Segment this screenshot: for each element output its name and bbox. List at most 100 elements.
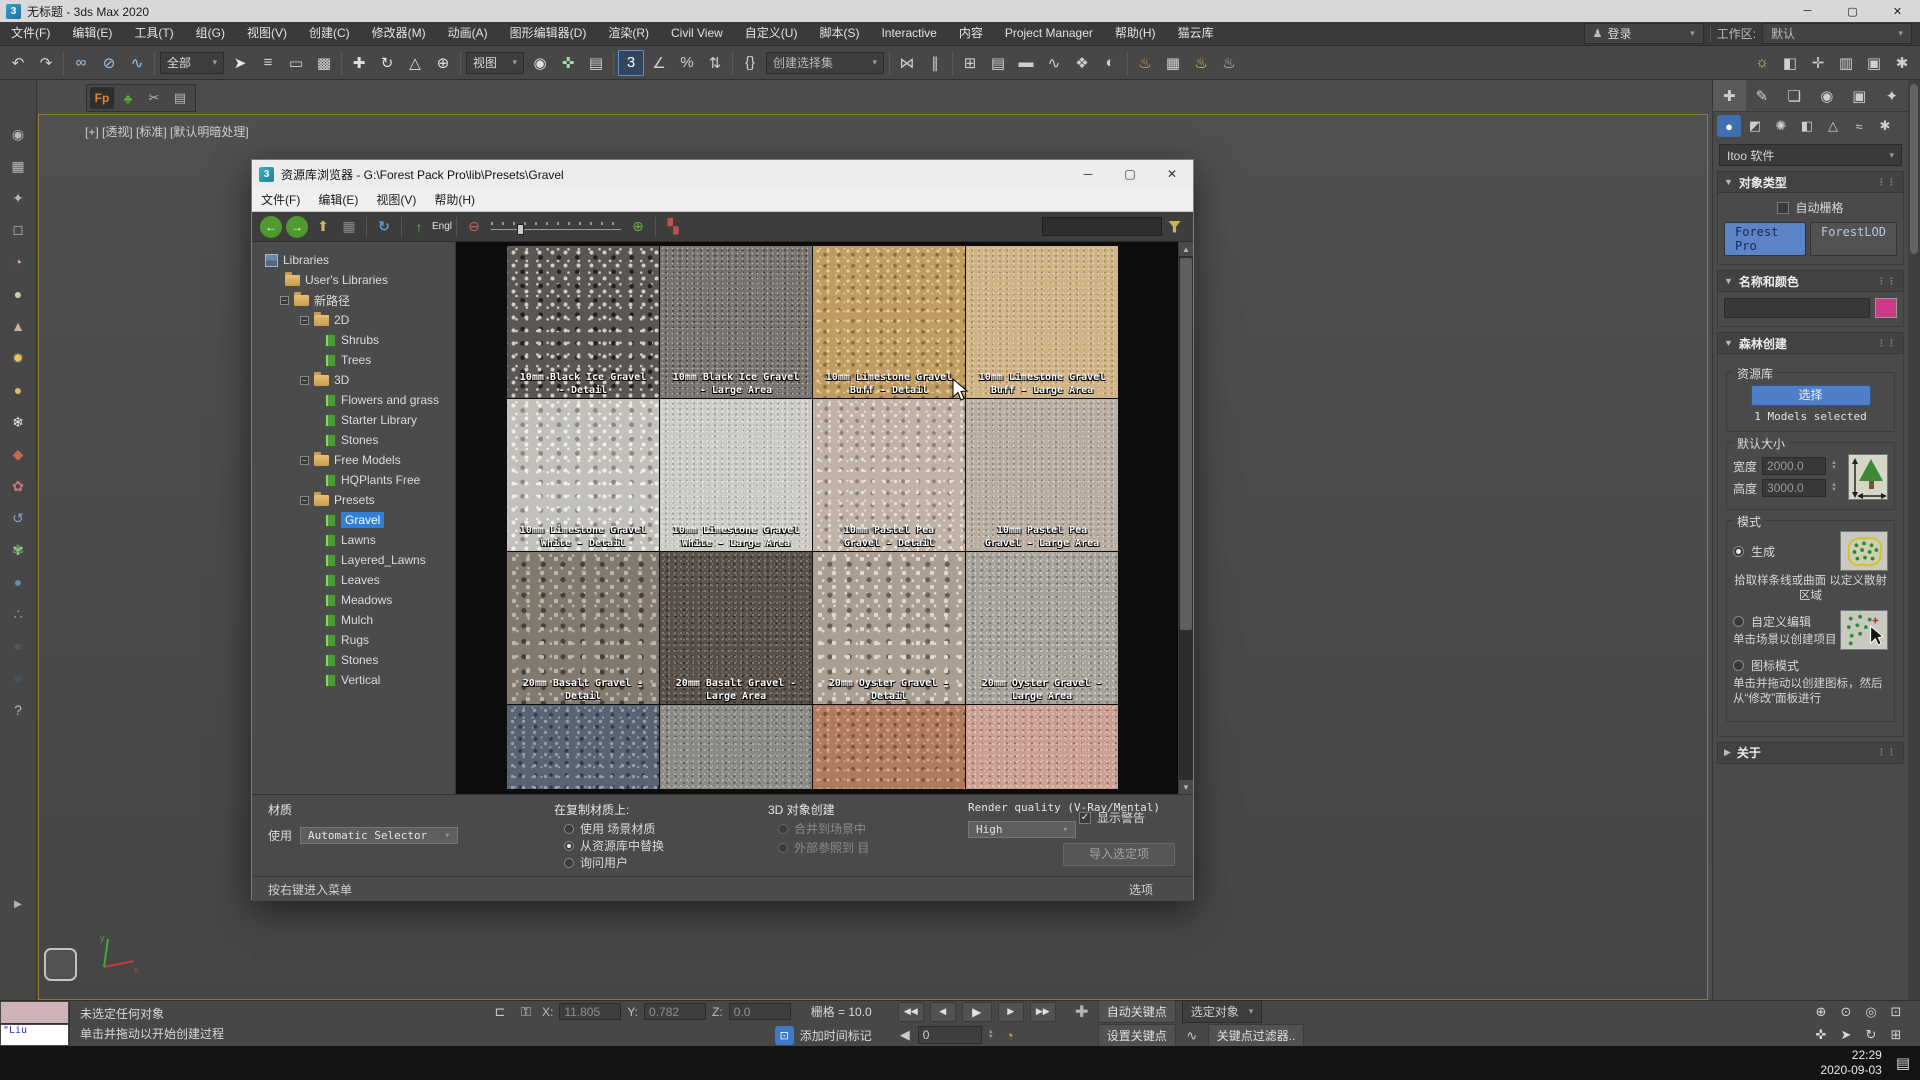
- menu-item-projectmanager[interactable]: Project Manager: [994, 22, 1104, 45]
- forward-icon[interactable]: →: [286, 216, 308, 238]
- category-geometry-icon[interactable]: ●: [1717, 115, 1741, 137]
- zoom-icon[interactable]: ⊕: [1809, 1001, 1833, 1023]
- menu-item-[interactable]: 猫云库: [1167, 22, 1225, 45]
- helpers-icon[interactable]: ✛: [1805, 50, 1831, 76]
- sun-tool-icon[interactable]: ✹: [5, 345, 31, 371]
- preset-thumbnail[interactable]: 10mm Limestone GravelBuff - Large Area: [966, 246, 1118, 398]
- coord-system-select[interactable]: 视图▾: [466, 52, 524, 74]
- select-link-icon[interactable]: ∞: [68, 50, 94, 76]
- menu-item-s[interactable]: 脚本(S): [808, 22, 870, 45]
- render-icon[interactable]: ♨: [1188, 50, 1214, 76]
- preset-thumbnail[interactable]: 10mm Pastel PeaGravel - Detail: [813, 399, 965, 551]
- dialog-options-link[interactable]: 选项: [1129, 881, 1177, 898]
- filter-materials-icon[interactable]: ▚: [662, 216, 684, 238]
- tree-item-leaves[interactable]: Leaves: [252, 570, 455, 590]
- menu-item-g[interactable]: 组(G): [185, 22, 236, 45]
- undo-icon[interactable]: ↶: [5, 50, 31, 76]
- select-by-name-icon[interactable]: ≡: [255, 50, 281, 76]
- select-object-icon[interactable]: ➤: [227, 50, 253, 76]
- tree-item-libraries[interactable]: Libraries: [252, 250, 455, 270]
- curve-editor-icon[interactable]: ∿: [1041, 50, 1067, 76]
- schematic-view-icon[interactable]: ❖: [1069, 50, 1095, 76]
- sort-icon[interactable]: ↑: [408, 216, 430, 238]
- blue-sphere-tool-icon[interactable]: ●: [5, 569, 31, 595]
- unlink-icon[interactable]: ⊘: [96, 50, 122, 76]
- sphere-tool-icon[interactable]: ●: [5, 281, 31, 307]
- refresh-icon[interactable]: ↻: [373, 216, 395, 238]
- width-field[interactable]: 2000.0: [1762, 457, 1826, 475]
- z-coordinate-field[interactable]: 0.0: [729, 1003, 791, 1020]
- grid-tool-icon[interactable]: ▦: [5, 153, 31, 179]
- up-folder-icon[interactable]: ⬆: [312, 216, 334, 238]
- preset-thumbnail[interactable]: 20mm Oyster Gravel -Large Area: [966, 552, 1118, 704]
- layers-icon[interactable]: ▥: [1833, 50, 1859, 76]
- tree-item-2d[interactable]: −2D: [252, 310, 455, 330]
- bowl-tool-icon[interactable]: ◔: [5, 249, 31, 275]
- pivot-center-icon[interactable]: ◉: [527, 50, 553, 76]
- thumbnail-scrollbar[interactable]: ▲ ▼: [1178, 242, 1193, 794]
- viewport-label[interactable]: [+] [透视] [标准] [默认明暗处理]: [85, 123, 249, 140]
- forest-pack-logo-icon[interactable]: Fp: [90, 87, 114, 109]
- cone-tool-icon[interactable]: ▲: [5, 313, 31, 339]
- zoom-region-icon[interactable]: ⊡: [1884, 1001, 1908, 1023]
- preset-thumbnail[interactable]: 10mm Black Ice Gravel- Detail: [507, 246, 659, 398]
- mode-generate-radio[interactable]: [1733, 546, 1744, 557]
- gem-tool-icon[interactable]: ◆: [5, 441, 31, 467]
- tree-item-shrubs[interactable]: Shrubs: [252, 330, 455, 350]
- tab-create[interactable]: ✚: [1713, 80, 1746, 111]
- menu-item-u[interactable]: 自定义(U): [734, 22, 809, 45]
- tree-item-starter-library[interactable]: Starter Library: [252, 410, 455, 430]
- height-spinner[interactable]: ▲▼: [1831, 483, 1837, 493]
- rollout-object-type[interactable]: ▼ 对象类型 ⋮⋮: [1717, 171, 1904, 193]
- login-dropdown[interactable]: ♟ 登录 ▾: [1584, 23, 1704, 44]
- dialog-maximize-button[interactable]: ▢: [1109, 160, 1151, 188]
- prev-frame-button[interactable]: ◀: [930, 1002, 956, 1022]
- key-mode-toggle-icon[interactable]: ◔: [1000, 1025, 1020, 1045]
- menu-item-interactive[interactable]: Interactive: [870, 22, 947, 45]
- isolate-selection-icon[interactable]: ⊏: [490, 1002, 510, 1022]
- menu-item-f[interactable]: 文件(F): [0, 22, 61, 45]
- percent-snap-icon[interactable]: %: [674, 50, 700, 76]
- containers-icon[interactable]: ▣: [1861, 50, 1887, 76]
- collapse-icon[interactable]: −: [300, 376, 309, 385]
- category-helpers-icon[interactable]: △: [1821, 115, 1845, 137]
- category-shapes-icon[interactable]: ◩: [1743, 115, 1767, 137]
- tree-item-free-models[interactable]: −Free Models: [252, 450, 455, 470]
- align-icon[interactable]: ∥: [922, 50, 948, 76]
- tree-item-3d[interactable]: −3D: [252, 370, 455, 390]
- preset-thumbnail[interactable]: 10mm Limestone GravelBuff - Detail: [813, 246, 965, 398]
- workspace-dropdown[interactable]: 默认 ▾: [1762, 23, 1912, 44]
- lights-icon[interactable]: ☼: [1749, 50, 1775, 76]
- menu-item-c[interactable]: 创建(C): [298, 22, 361, 45]
- select-place-icon[interactable]: ⊕: [430, 50, 456, 76]
- rotate-icon[interactable]: ↻: [374, 50, 400, 76]
- mode-custom-radio[interactable]: [1733, 616, 1744, 627]
- zoom-out-icon[interactable]: ⊖: [463, 216, 485, 238]
- cube-tool-icon[interactable]: ■: [5, 665, 31, 691]
- preset-thumbnail[interactable]: 10mm Limestone GravelWhite - Detail: [507, 399, 659, 551]
- menu-item-m[interactable]: 修改器(M): [361, 22, 437, 45]
- back-icon[interactable]: ←: [260, 216, 282, 238]
- play-button[interactable]: ▶: [962, 1002, 992, 1022]
- ask-user-radio[interactable]: [564, 858, 574, 868]
- maximize-button[interactable]: ▢: [1830, 0, 1875, 22]
- dialog-close-button[interactable]: ✕: [1151, 160, 1193, 188]
- show-warnings-checkbox[interactable]: ✓: [1079, 812, 1091, 824]
- zoom-in-icon[interactable]: ⊕: [627, 216, 649, 238]
- dialog-minimize-button[interactable]: ─: [1067, 160, 1109, 188]
- current-frame-field[interactable]: 0: [918, 1026, 982, 1044]
- close-button[interactable]: ✕: [1875, 0, 1920, 22]
- tree-item-hqplants-free[interactable]: HQPlants Free: [252, 470, 455, 490]
- mode-icon-radio[interactable]: [1733, 660, 1744, 671]
- rollout-about[interactable]: ▶ 关于 ⋮⋮: [1717, 742, 1904, 764]
- height-field[interactable]: 3000.0: [1762, 479, 1826, 497]
- menu-item-d[interactable]: 图形编辑器(D): [499, 22, 598, 45]
- category-lights-icon[interactable]: ✺: [1769, 115, 1793, 137]
- rendered-frame-icon[interactable]: ▦: [1160, 50, 1186, 76]
- time-tag-icon[interactable]: ⊡: [775, 1026, 794, 1045]
- layer-explorer-icon[interactable]: ▤: [985, 50, 1011, 76]
- spinner-snap-icon[interactable]: ⇅: [702, 50, 728, 76]
- create-key-icon[interactable]: ✚: [1072, 1002, 1092, 1022]
- dialog-menu-item[interactable]: 帮助(H): [425, 191, 484, 208]
- window-crossing-icon[interactable]: ▩: [311, 50, 337, 76]
